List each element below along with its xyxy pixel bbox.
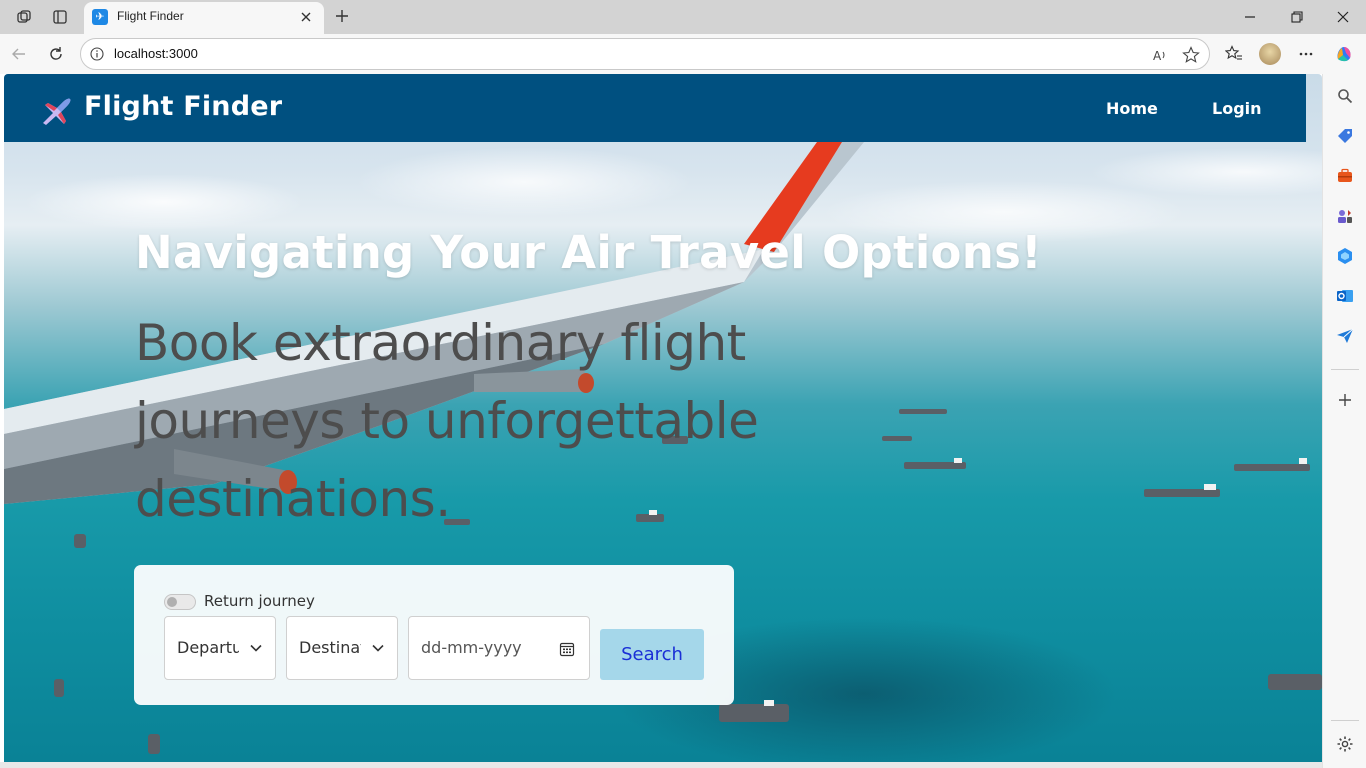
chevron-down-icon	[250, 644, 262, 652]
refresh-icon[interactable]	[45, 43, 67, 65]
tab-title: Flight Finder	[117, 9, 184, 23]
departure-city-placeholder: Departure City	[177, 638, 239, 657]
search-icon[interactable]	[1335, 86, 1355, 106]
flight-search-card: Return journey Departure City Destinatio…	[134, 565, 734, 705]
url-text[interactable]: localhost:3000	[114, 46, 198, 61]
outlook-icon[interactable]	[1335, 286, 1355, 306]
favorites-icon[interactable]	[1223, 43, 1245, 65]
return-journey-toggle[interactable]	[164, 594, 196, 610]
restore-icon[interactable]	[1285, 6, 1309, 28]
profile-avatar[interactable]	[1259, 43, 1281, 65]
nav-link-home[interactable]: Home	[1106, 99, 1158, 118]
brand-title[interactable]: Flight Finder	[84, 91, 282, 122]
more-menu-icon[interactable]	[1295, 43, 1317, 65]
browser-titlebar: ✈ Flight Finder	[0, 0, 1366, 34]
minimize-icon[interactable]	[1238, 6, 1262, 28]
edge-sidebar	[1322, 74, 1366, 768]
address-bar[interactable]: localhost:3000 A	[80, 38, 1210, 70]
send-drop-icon[interactable]	[1335, 326, 1355, 346]
copilot-icon[interactable]	[1333, 43, 1355, 65]
site-navbar: Flight Finder Home Login	[4, 74, 1306, 142]
calendar-icon[interactable]	[559, 641, 575, 657]
read-aloud-icon[interactable]: A	[1150, 45, 1170, 65]
nav-link-login[interactable]: Login	[1212, 99, 1262, 118]
tools-briefcase-icon[interactable]	[1335, 166, 1355, 186]
date-placeholder: dd-mm-yyyy	[421, 638, 522, 657]
search-button[interactable]: Search	[600, 629, 704, 680]
add-icon[interactable]	[1335, 390, 1355, 410]
hero-subtitle: Book extraordinary flight journeys to un…	[135, 314, 759, 528]
new-tab-icon[interactable]	[332, 6, 352, 26]
return-journey-label: Return journey	[204, 592, 315, 610]
chevron-down-icon	[372, 644, 384, 652]
microsoft-365-icon[interactable]	[1335, 246, 1355, 266]
sidebar-divider	[1331, 369, 1359, 370]
page-viewport: Flight Finder Home Login Navigating Your…	[4, 74, 1322, 762]
browser-tab[interactable]: ✈ Flight Finder	[84, 2, 324, 34]
shopping-tag-icon[interactable]	[1335, 126, 1355, 146]
departure-city-select[interactable]: Departure City	[164, 616, 276, 680]
journey-date-input[interactable]: dd-mm-yyyy	[408, 616, 590, 680]
destination-city-select[interactable]: Destination City	[286, 616, 398, 680]
sidebar-divider-bottom	[1331, 720, 1359, 721]
hero-title: Navigating Your Air Travel Options!	[135, 226, 1043, 279]
settings-gear-icon[interactable]	[1335, 734, 1355, 754]
games-icon[interactable]	[1335, 206, 1355, 226]
close-window-icon[interactable]	[1331, 6, 1355, 28]
tab-actions-icon[interactable]	[50, 7, 70, 27]
toggle-knob	[167, 597, 177, 607]
browser-toolbar: localhost:3000 A	[0, 34, 1366, 74]
tab-close-icon[interactable]	[296, 7, 316, 27]
svg-text:A: A	[1153, 49, 1162, 63]
favorite-star-icon[interactable]	[1181, 45, 1201, 65]
back-icon[interactable]	[8, 43, 30, 65]
site-info-icon[interactable]	[89, 46, 105, 62]
airplane-logo-icon[interactable]	[40, 94, 72, 126]
destination-city-placeholder: Destination City	[299, 638, 361, 657]
window-bottom-edge	[0, 762, 1322, 768]
workspaces-icon[interactable]	[14, 7, 34, 27]
tab-favicon-icon: ✈	[92, 9, 108, 25]
